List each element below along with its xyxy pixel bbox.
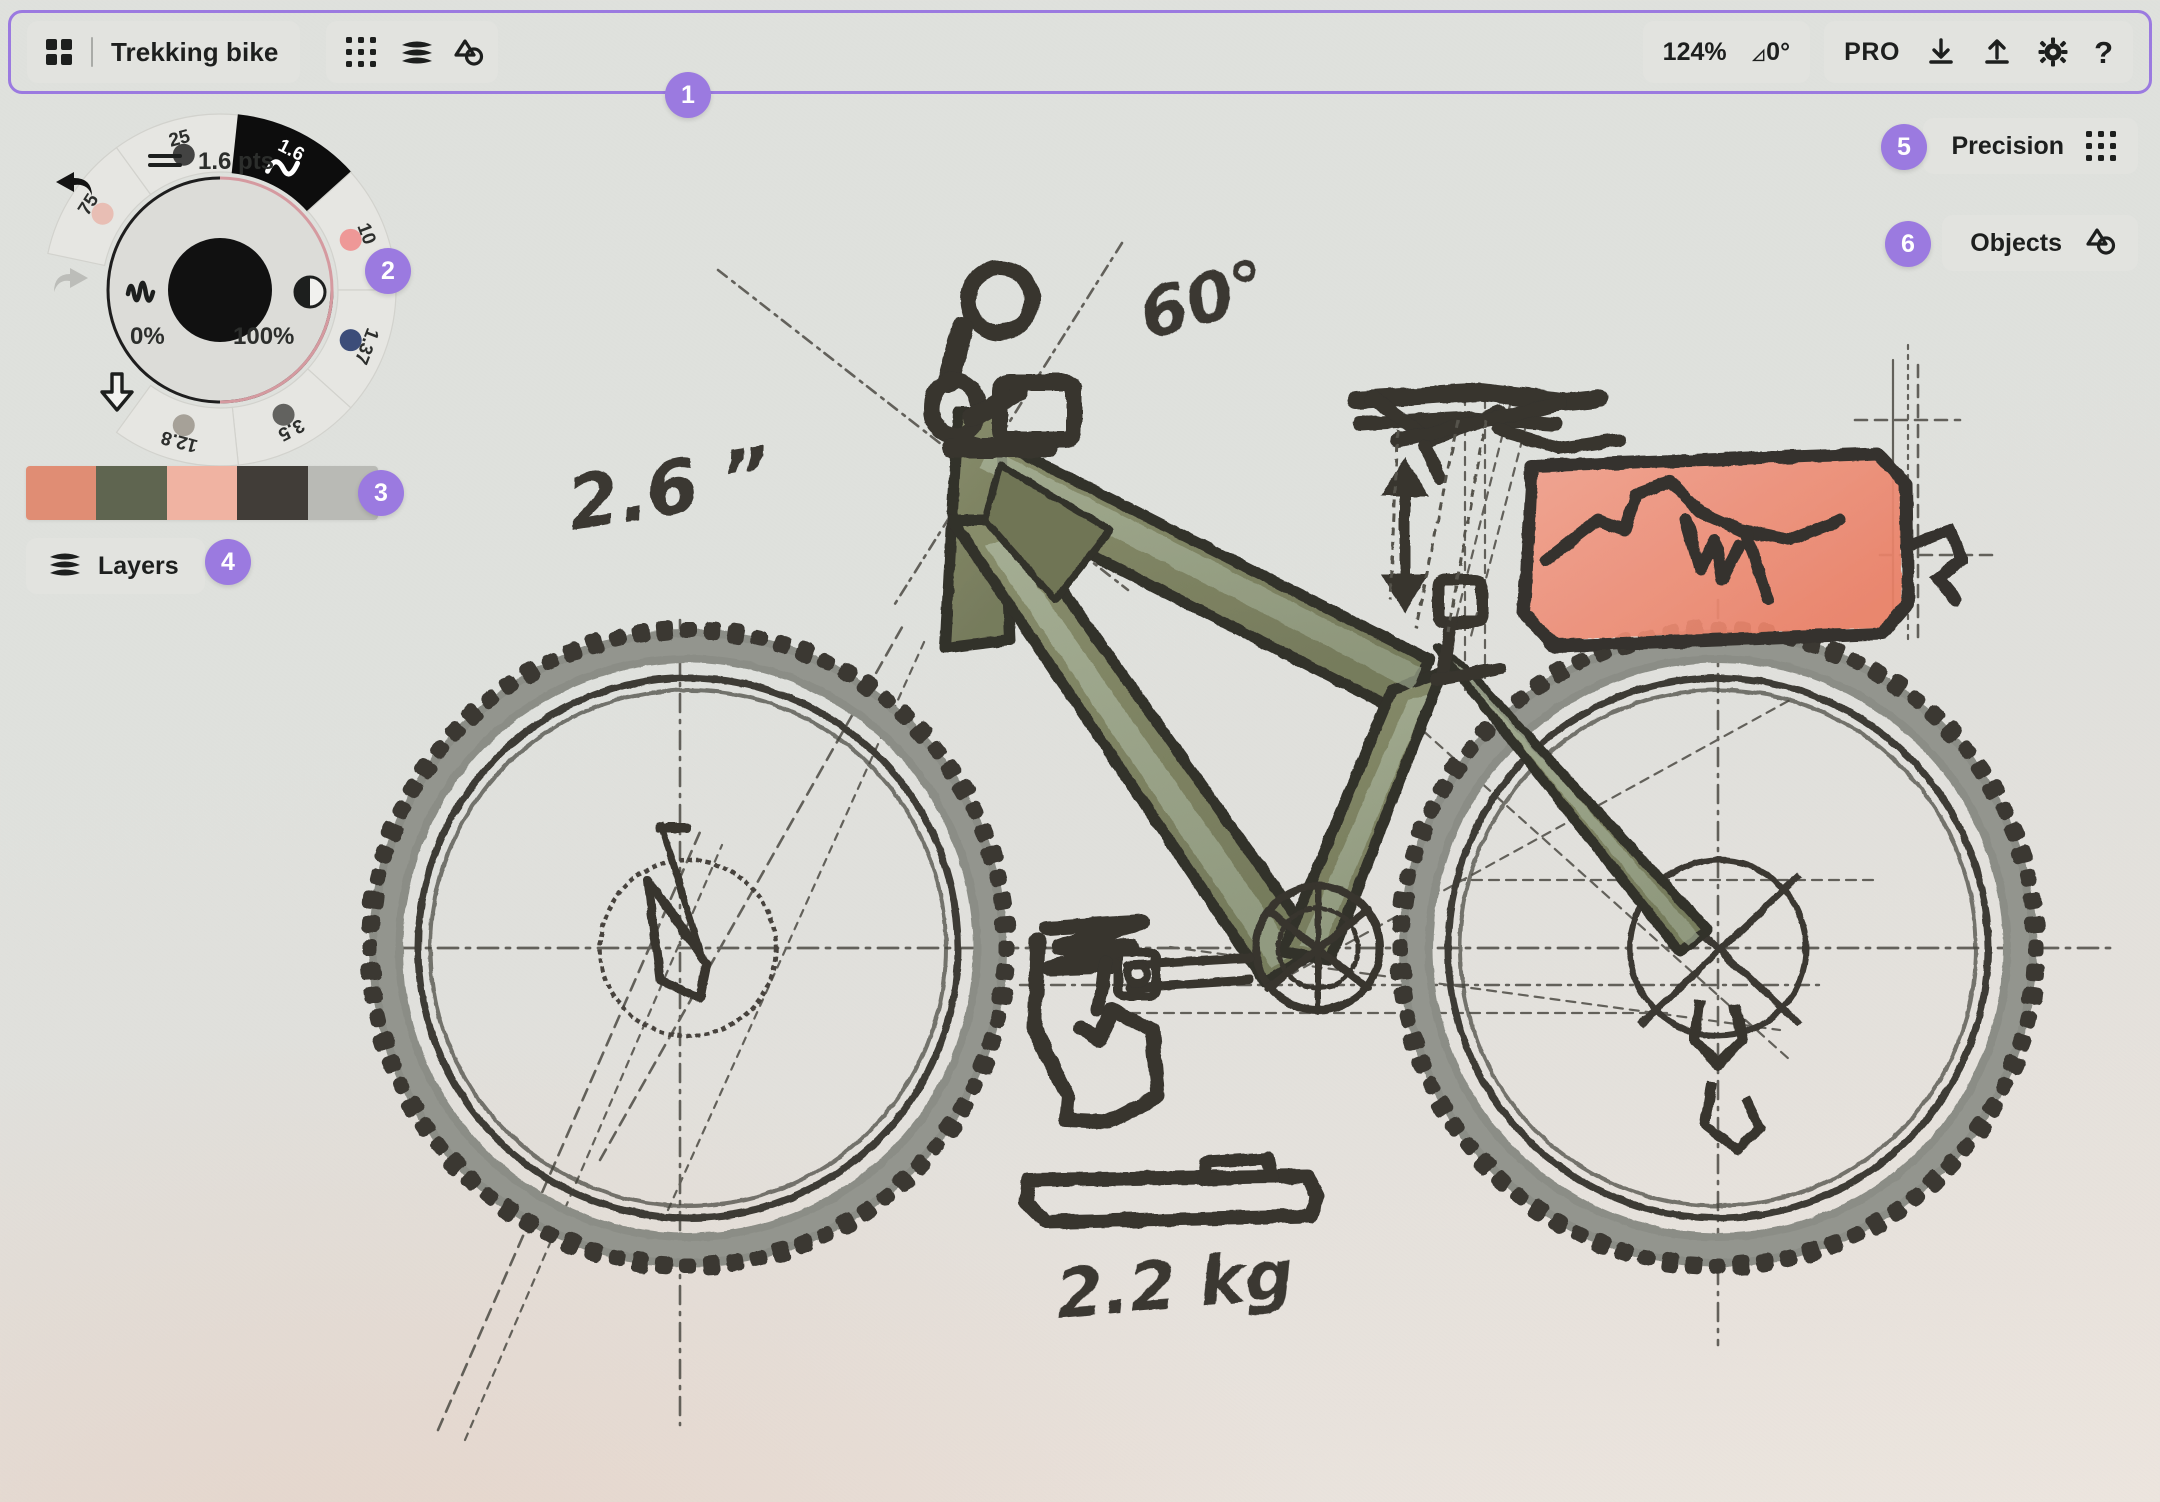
wheel-opacity-max: 100% (233, 323, 294, 350)
download-icon[interactable] (1926, 37, 1956, 67)
radial-tool-wheel[interactable]: 75 25 1.6 10 1.37 3.5 12.8 1.6 pts 0% 100% (38, 112, 402, 468)
step-badge-3: 3 (358, 470, 404, 516)
swatch-terracotta[interactable] (26, 466, 97, 520)
swatch-blush[interactable] (166, 466, 238, 520)
svg-text:2.2 kg: 2.2 kg (1053, 1235, 1297, 1334)
actions-group: PRO ? (1824, 21, 2133, 83)
settings-gear-icon[interactable] (2038, 37, 2068, 67)
document-title[interactable]: Trekking bike (111, 37, 278, 68)
pro-badge[interactable]: PRO (1844, 38, 1900, 67)
swatch-charcoal[interactable] (237, 466, 308, 520)
layers-stack-icon[interactable] (400, 38, 434, 66)
redo-arrow-icon (54, 268, 88, 292)
svg-text:2.6 ”: 2.6 ” (561, 431, 776, 548)
step-badge-2: 2 (365, 248, 411, 294)
tools-group (326, 21, 499, 83)
half-circle-contrast-icon (293, 275, 327, 309)
objects-shape-icon[interactable] (452, 38, 484, 66)
precision-grid-icon (2086, 131, 2116, 161)
angle-value: 0° (1766, 37, 1791, 66)
top-toolbar: Trekking bike 124% ◿ 0° PRO ? (8, 10, 2152, 94)
step-badge-5: 5 (1881, 124, 1927, 170)
step-badge-6: 6 (1885, 221, 1931, 267)
toolbar-divider (91, 37, 93, 67)
wheel-size-label: 1.6 pts (198, 148, 274, 175)
layers-stack-icon (48, 550, 82, 583)
wheel-opacity-min: 0% (130, 323, 165, 350)
color-palette[interactable] (26, 466, 378, 520)
layers-button[interactable]: Layers (26, 538, 205, 594)
svg-text:60°: 60° (1131, 245, 1276, 356)
outline-down-arrow-icon (100, 372, 134, 412)
help-icon[interactable]: ? (2094, 37, 2113, 68)
objects-shape-icon (2084, 227, 2116, 260)
title-group: Trekking bike (27, 21, 301, 83)
step-badge-1: 1 (665, 72, 711, 118)
layers-label: Layers (98, 551, 179, 580)
grid-squares-icon[interactable] (45, 38, 73, 66)
swatch-olive[interactable] (96, 466, 167, 520)
precision-label: Precision (1951, 131, 2064, 160)
zoom-level[interactable]: 124% (1663, 38, 1727, 67)
canvas-angle[interactable]: ◿ 0° (1753, 38, 1790, 67)
zoom-group: 124% ◿ 0° (1642, 21, 1811, 83)
angle-triangle-icon: ◿ (1752, 45, 1765, 63)
upload-icon[interactable] (1982, 37, 2012, 67)
objects-label: Objects (1970, 228, 2062, 257)
step-badge-4: 4 (205, 539, 251, 585)
precision-button[interactable]: Precision (1923, 118, 2138, 174)
objects-button[interactable]: Objects (1942, 215, 2138, 271)
precision-grid-icon[interactable] (340, 37, 382, 67)
